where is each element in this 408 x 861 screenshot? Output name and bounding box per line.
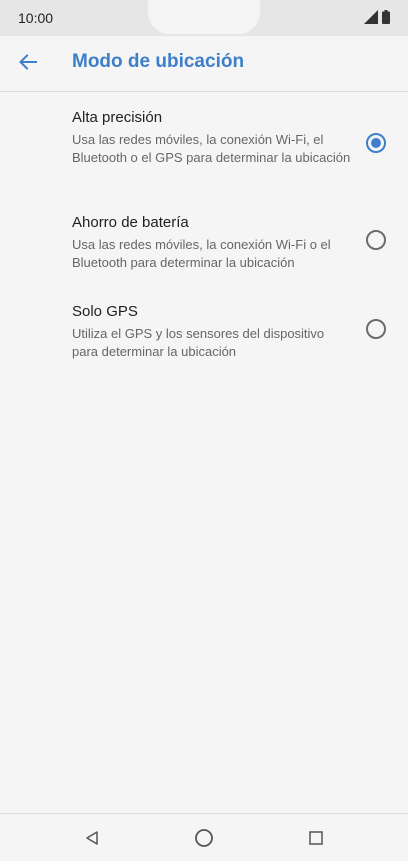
- radio-solo-gps[interactable]: [366, 319, 386, 339]
- recents-square-icon: [309, 831, 323, 845]
- radio-alta-precision[interactable]: [366, 133, 386, 153]
- nav-back-button[interactable]: [80, 826, 104, 850]
- battery-icon: [382, 10, 390, 24]
- option-ahorro-bateria[interactable]: Ahorro de batería Usa las redes móviles,…: [0, 214, 408, 270]
- status-bar: 10:00: [0, 0, 408, 36]
- option-title: Solo GPS: [72, 303, 138, 320]
- option-description: Utiliza el GPS y los sensores del dispos…: [72, 326, 325, 359]
- app-bar: Modo de ubicación: [0, 36, 408, 92]
- option-alta-precision[interactable]: Alta precisión Usa las redes móviles, la…: [0, 109, 408, 181]
- page-title: Modo de ubicación: [72, 51, 245, 72]
- status-time: 10:00: [18, 10, 54, 26]
- option-solo-gps[interactable]: Solo GPS Utiliza el GPS y los sensores d…: [0, 303, 408, 359]
- option-description: Usa las redes móviles, la conexión Wi-Fi…: [72, 237, 331, 270]
- status-icons: [364, 10, 390, 24]
- navigation-bar: [0, 813, 408, 861]
- option-title: Ahorro de batería: [72, 214, 189, 231]
- option-title: Alta precisión: [72, 109, 163, 126]
- nav-recents-button[interactable]: [304, 826, 328, 850]
- home-circle-icon: [195, 829, 213, 847]
- screen: 10:00 Modo de ubicación Alta precisión U…: [0, 0, 408, 861]
- back-button[interactable]: [10, 44, 46, 80]
- option-description: Usa las redes móviles, la conexión Wi-Fi…: [72, 132, 351, 165]
- back-triangle-icon: [86, 831, 98, 845]
- nav-home-button[interactable]: [192, 826, 216, 850]
- arrow-left-icon: [19, 54, 37, 70]
- display-notch: [148, 0, 260, 34]
- radio-ahorro-bateria[interactable]: [366, 230, 386, 250]
- signal-icon: [364, 10, 378, 24]
